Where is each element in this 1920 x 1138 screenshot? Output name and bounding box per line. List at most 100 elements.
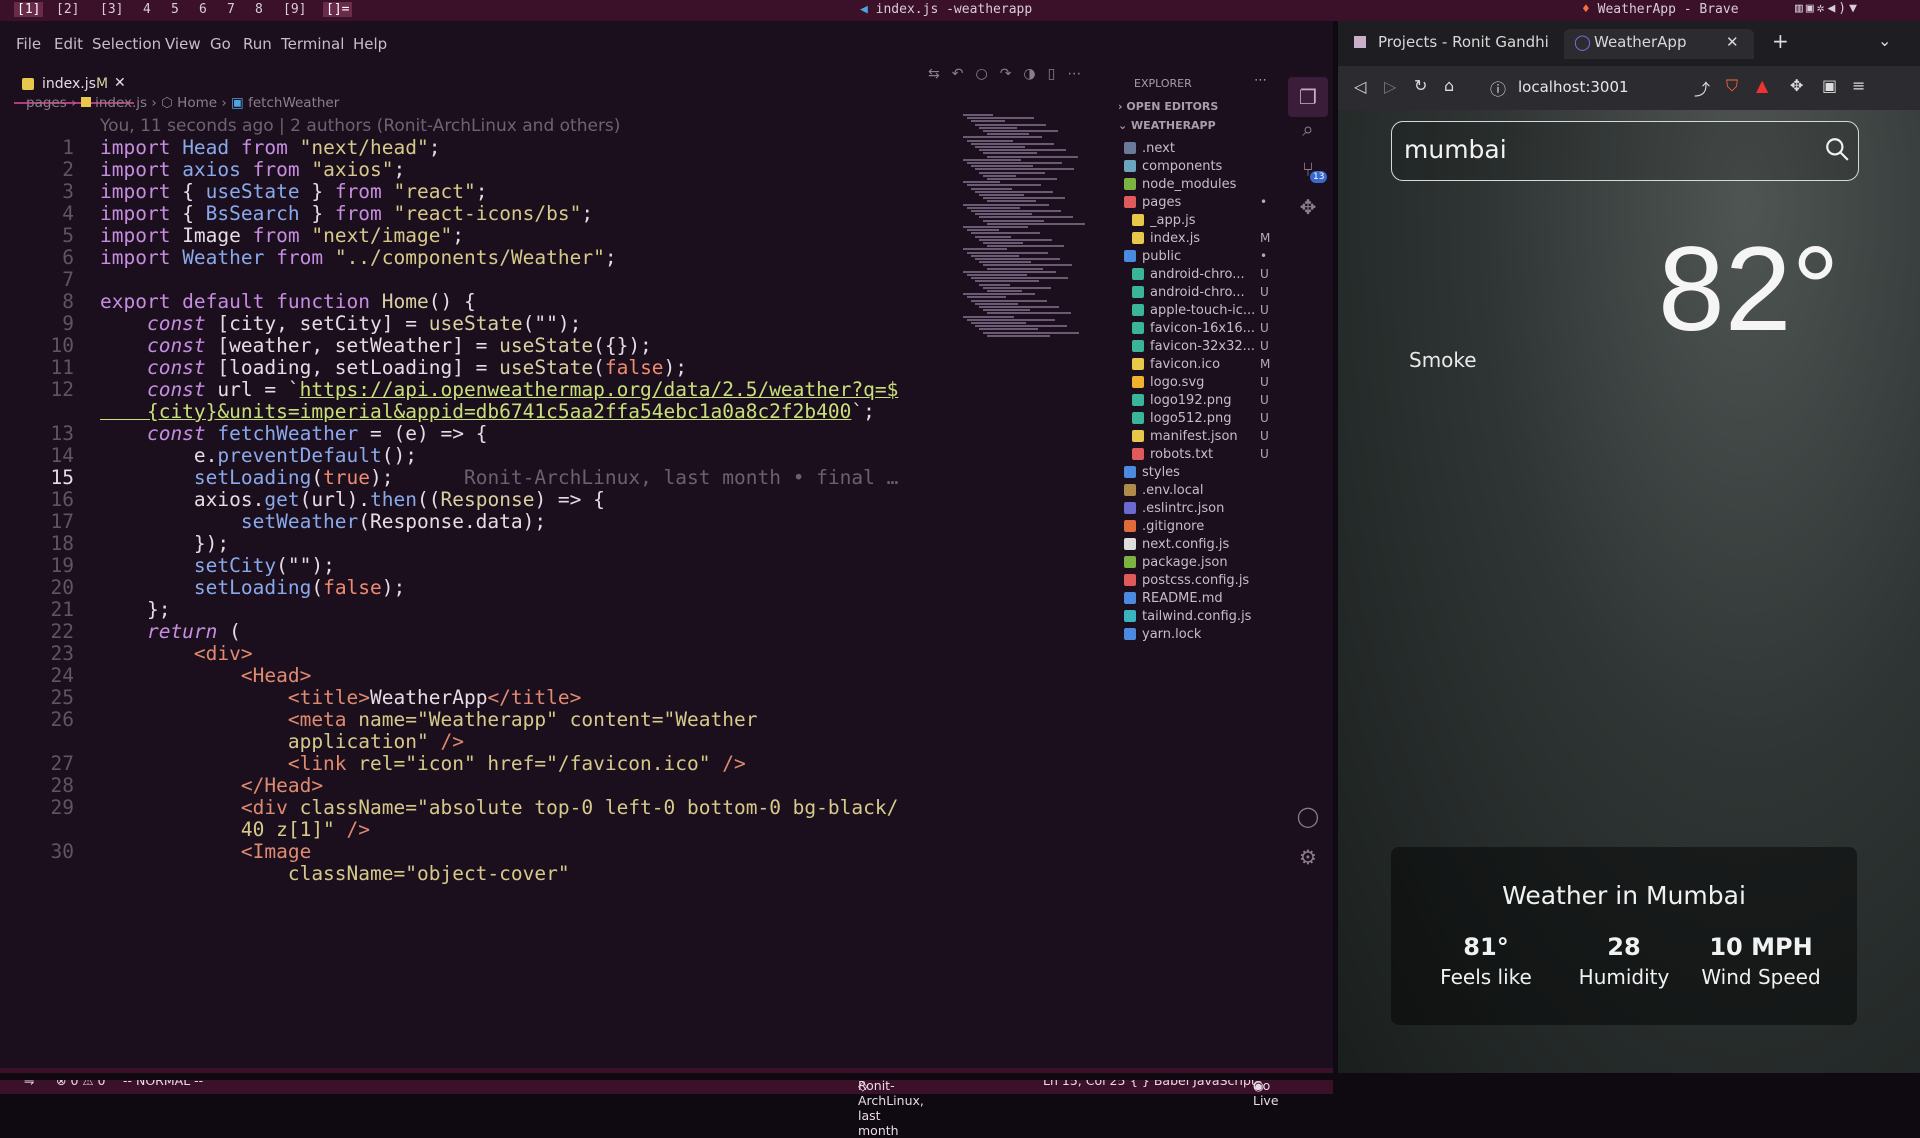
wifi-icon[interactable]: ▼ [1849,1,1860,16]
code-line[interactable]: }; [100,598,171,621]
workspace-9[interactable]: [9] [283,2,306,17]
workspace-6[interactable]: 6 [199,2,207,17]
git-dot-icon[interactable]: ○ [975,66,999,82]
browser-tab-weatherapp[interactable]: ◯ WeatherApp ✕ [1564,29,1754,59]
code-line[interactable]: <Head> [100,664,311,687]
code-line[interactable]: import Weather from "../components/Weath… [100,246,617,269]
code-line[interactable]: import { BsSearch } from "react-icons/bs… [100,202,593,225]
menu-go[interactable]: Go [210,35,231,53]
menu-view[interactable]: View [165,35,201,53]
menu-file[interactable]: File [16,35,41,53]
new-tab-icon[interactable]: + [1772,29,1789,53]
code-line[interactable]: const [city, setCity] = useState(""); [100,312,581,335]
code-line[interactable]: 40 z[1]" /> [100,818,370,841]
code-line[interactable]: e.preventDefault(); [100,444,417,467]
code-line[interactable]: const [loading, setLoading] = useState(f… [100,356,687,379]
blame-header[interactable]: You, 11 seconds ago | 2 authors (Ronit-A… [100,116,620,136]
code-line[interactable]: </Head> [100,774,323,797]
open-editors-section[interactable]: › OPEN EDITORS [1118,100,1218,113]
workspace-2[interactable]: [2] [56,2,79,17]
code-line[interactable]: const url = `https://api.openweathermap.… [100,378,898,401]
menu-help[interactable]: Help [353,35,387,53]
code-line[interactable]: import axios from "axios"; [100,158,405,181]
code-line[interactable]: setWeather(Response.data); [100,510,546,533]
code-line[interactable]: <Image [100,840,311,863]
browser-tab-projects[interactable]: Projects - Ronit Gandhi [1352,29,1552,59]
share-icon[interactable]: ⤴ [1694,76,1710,100]
tab-list-icon[interactable]: ⌄ [1878,31,1891,50]
code-editor[interactable]: 1 import Head from "next/head"; 2 import ax… [0,136,955,1068]
code-line[interactable]: export default function Home() { [100,290,476,313]
layout-indicator[interactable]: []= [323,2,353,17]
menu-run[interactable]: Run [243,35,272,53]
menu-edit[interactable]: Edit [54,35,83,53]
close-icon[interactable]: ✕ [114,75,126,91]
code-line[interactable]: setLoading(false); [100,576,405,599]
search-icon[interactable]: ⌕ [1296,117,1320,141]
back-icon[interactable]: ◁ [1354,77,1366,96]
code-line[interactable]: <div className="absolute top-0 left-0 bo… [100,796,898,819]
workspace-7[interactable]: 7 [227,2,235,17]
go-back-icon[interactable]: ↶ [952,66,976,82]
code-line[interactable]: const [weather, setWeather] = useState({… [100,334,652,357]
code-line[interactable]: }); [100,532,229,555]
code-line[interactable]: return ( [100,620,241,643]
code-line[interactable]: axios.get(url).then((Response) => { [100,488,605,511]
code-line[interactable]: <link rel="icon" href="/favicon.ico" /> [100,752,746,775]
file-tree-item[interactable]: yarn.lock [1112,625,1272,647]
code-line[interactable]: application" /> [100,730,464,753]
code-line[interactable]: const fetchWeather = (e) => { [100,422,487,445]
address-bar[interactable]: localhost:3001 [1518,78,1629,96]
extensions-icon[interactable]: ✥ [1296,195,1320,219]
code-line[interactable]: setCity(""); [100,554,335,577]
explorer-icon[interactable]: ❐ [1288,77,1328,117]
more-actions-icon[interactable]: ⋯ [1067,66,1093,82]
breadcrumb-pages[interactable]: pages [26,95,67,111]
tray-app-icon[interactable]: ▥ [1795,1,1806,16]
forward-icon[interactable]: ▷ [1384,77,1396,96]
code-line[interactable]: {city}&units=imperial&appid=db6741c5aa2f… [100,400,875,423]
close-icon[interactable]: ✕ [1726,33,1739,51]
workspace-5[interactable]: 5 [171,2,179,17]
more-actions-icon[interactable]: ⋯ [1254,73,1267,88]
home-icon[interactable]: ⌂ [1444,76,1454,95]
code-line[interactable]: import { useState } from "react"; [100,180,487,203]
minimap[interactable] [955,114,1105,414]
go-forward-icon[interactable]: ↷ [1000,66,1024,82]
system-tray[interactable]: ▥▣✲◀)▼ [1795,1,1860,16]
info-icon[interactable]: ⓘ [1490,76,1506,100]
breadcrumb-home[interactable]: Home [177,95,217,111]
timeline-icon[interactable]: ◑ [1023,66,1047,82]
workspace-4[interactable]: 4 [143,2,151,17]
code-line[interactable]: className="object-cover" [100,862,570,885]
sidebar-icon[interactable]: ▣ [1822,76,1837,95]
menu-terminal[interactable]: Terminal [281,35,344,53]
code-line[interactable]: setLoading(true); Ronit-ArchLinux, last … [100,466,898,489]
gear-icon[interactable]: ⚙ [1296,845,1320,869]
workspace-3[interactable]: [3] [100,2,123,17]
breadcrumb-fetchweather[interactable]: fetchWeather [248,95,339,111]
split-editor-icon[interactable]: ▯ [1048,66,1068,82]
brave-rewards-icon[interactable]: ▲ [1756,76,1768,95]
workspace-8[interactable]: 8 [255,2,263,17]
city-search-input[interactable]: mumbai [1404,135,1507,164]
workspace-1[interactable]: [1] [14,2,44,17]
account-icon[interactable]: ◯ [1296,804,1320,828]
code-line[interactable]: <title>WeatherApp</title> [100,686,582,709]
menu-icon[interactable]: ≡ [1852,76,1865,95]
extensions-icon[interactable]: ✥ [1790,76,1803,95]
volume-icon[interactable]: ◀) [1827,1,1849,16]
code-line[interactable]: <meta name="Weatherapp" content="Weather [100,708,758,731]
search-icon[interactable] [1824,136,1850,162]
tray-settings-icon[interactable]: ✲ [1817,1,1828,16]
project-section[interactable]: ⌄ WEATHERAPP [1118,119,1216,132]
reload-icon[interactable]: ↻ [1414,76,1427,95]
tray-window-icon[interactable]: ▣ [1806,1,1817,16]
breadcrumb-file[interactable]: index.js [95,95,147,111]
source-control-icon[interactable]: ⑂ 13 [1296,157,1328,183]
brave-shields-icon[interactable]: ⛉ [1726,76,1738,96]
menu-selection[interactable]: Selection [92,35,161,53]
code-line[interactable]: import Head from "next/head"; [100,136,441,159]
code-line[interactable]: <div> [100,642,253,665]
code-line[interactable]: import Image from "next/image"; [100,224,464,247]
